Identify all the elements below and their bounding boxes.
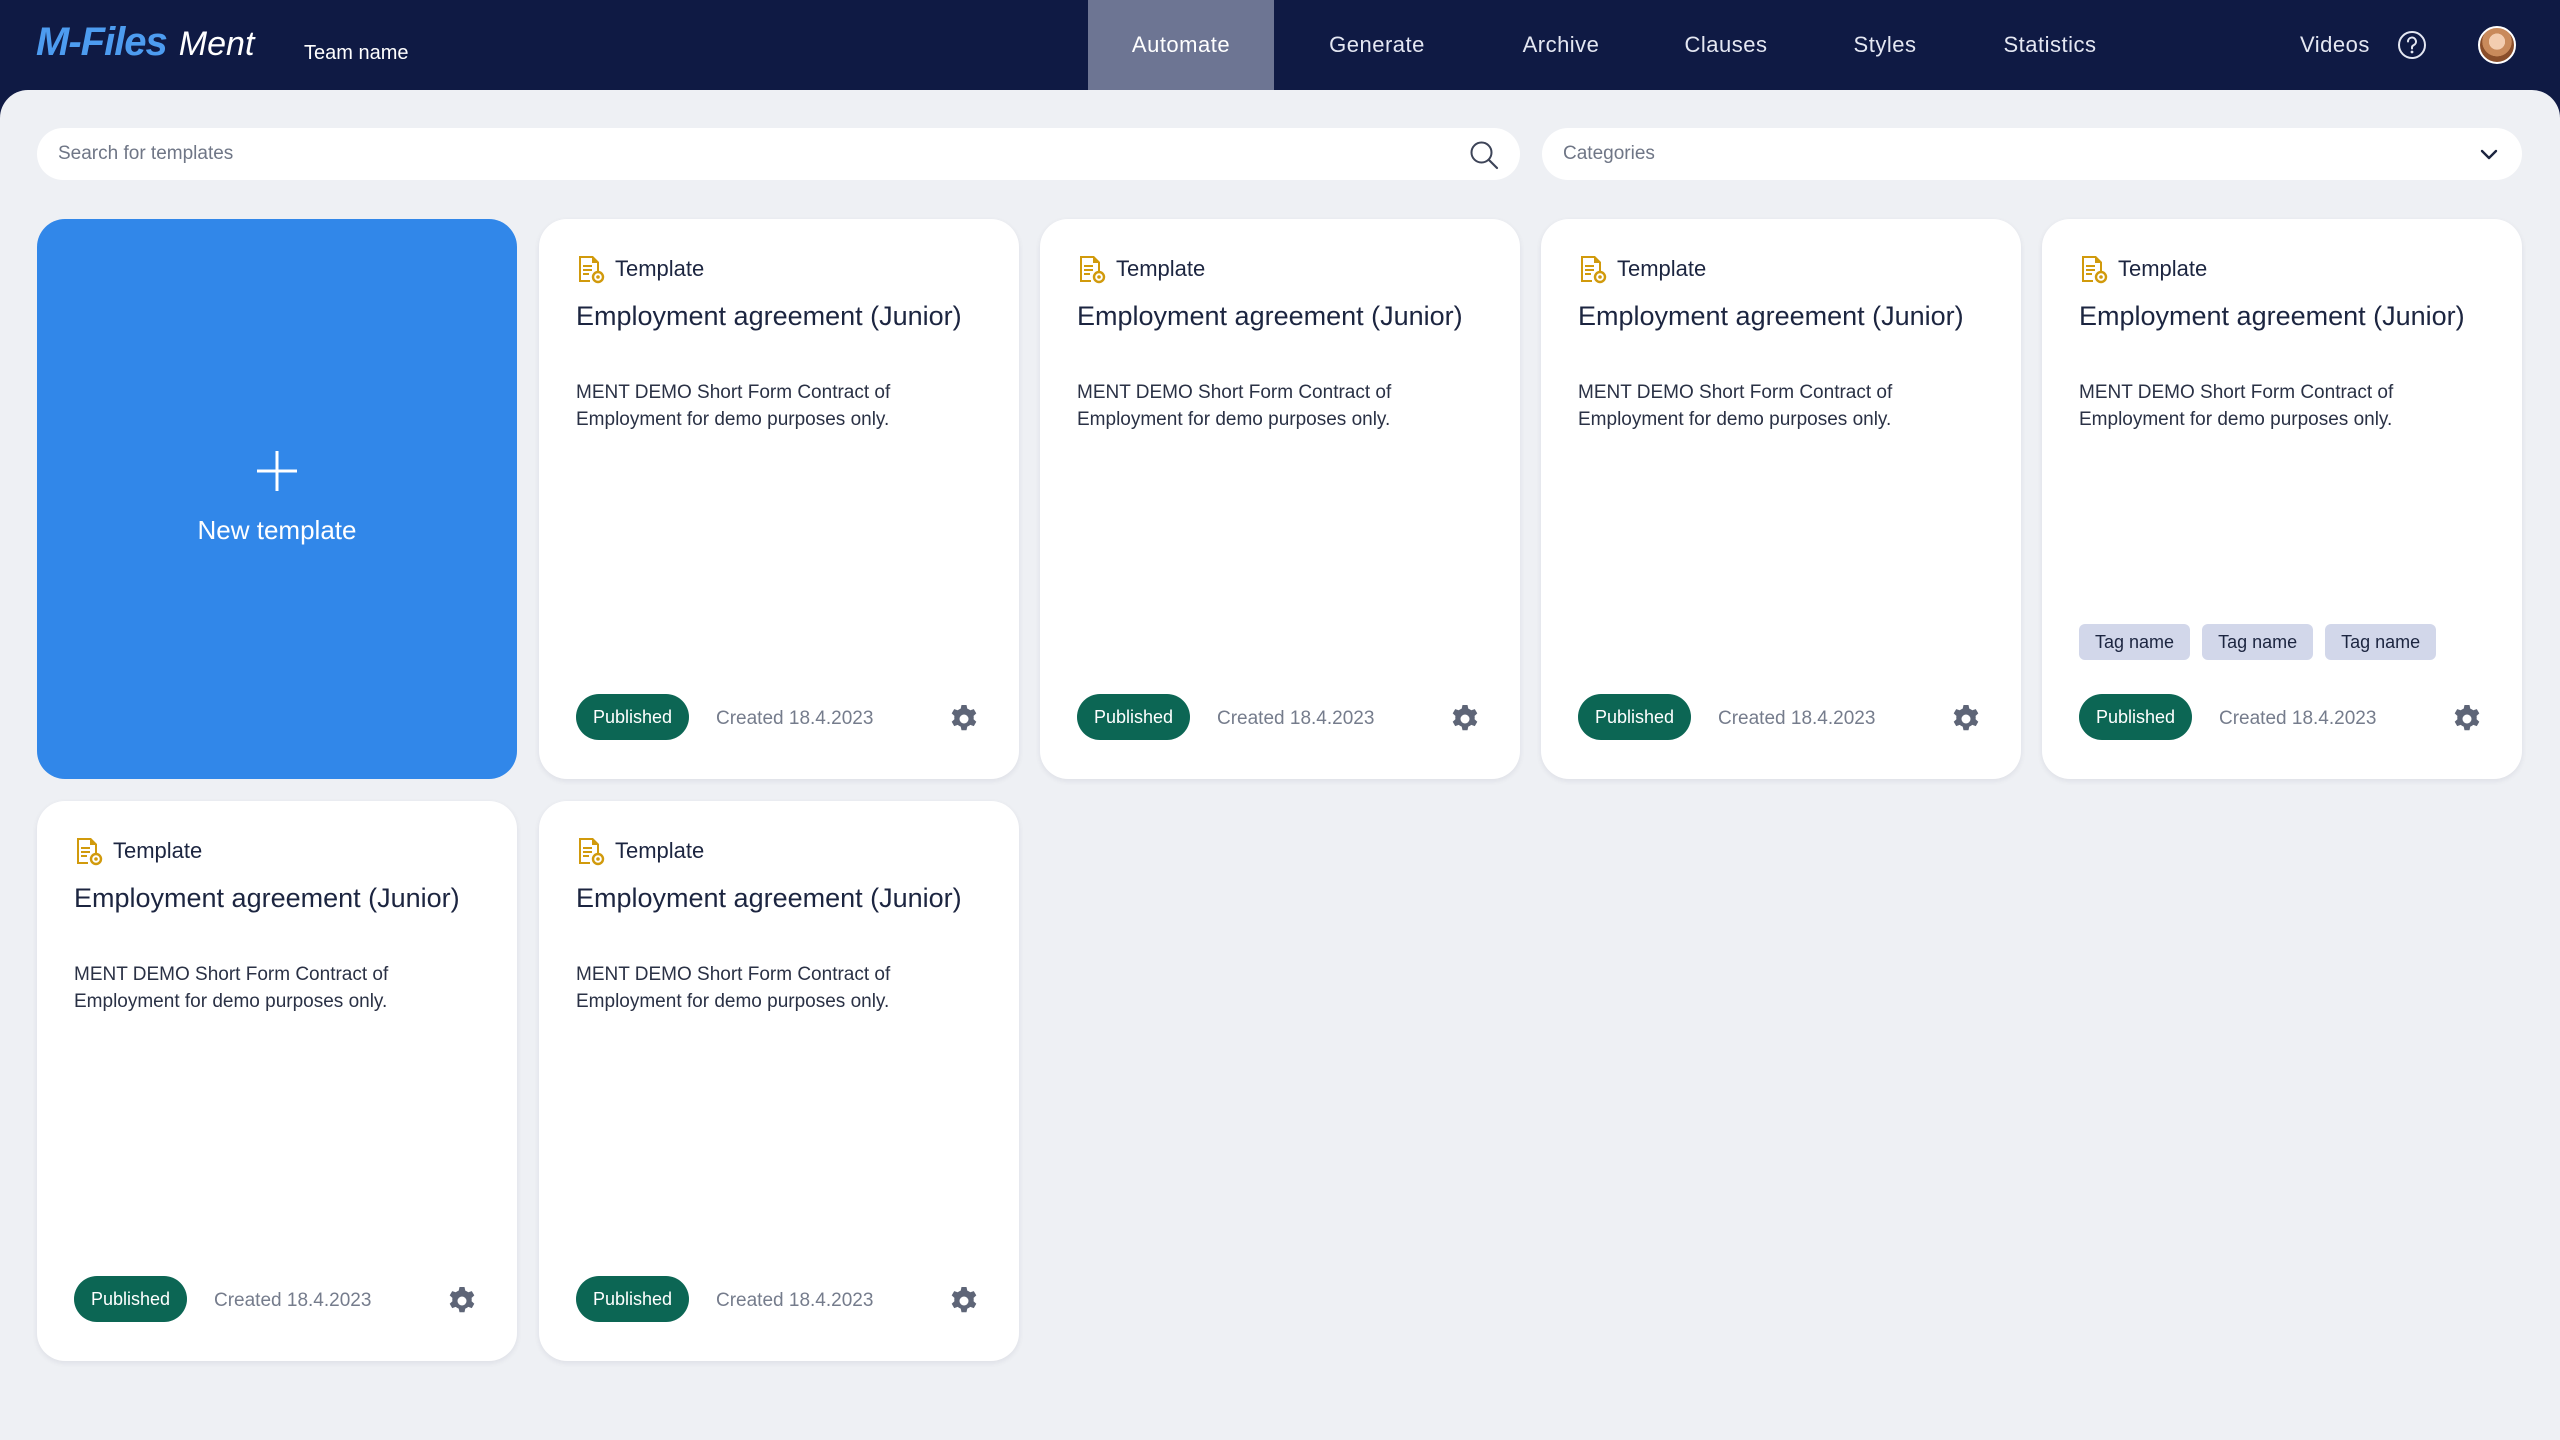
created-date: Created 18.4.2023 [1718, 708, 1876, 729]
status-badge: Published [1077, 694, 1191, 740]
created-date: Created 18.4.2023 [716, 1290, 874, 1311]
card-type-label: Template [615, 256, 705, 281]
template-card[interactable]: Template Employment agreement (Junior) M… [2042, 219, 2522, 779]
card-title: Employment agreement (Junior) [2079, 301, 2465, 331]
new-template-label: New template [197, 515, 357, 545]
gear-icon[interactable] [446, 1285, 478, 1317]
card-type-label: Template [1116, 256, 1206, 281]
nav-tab-archive[interactable]: Archive [1480, 0, 1642, 90]
card-description: MENT DEMO Short Form Contract of Employm… [2079, 382, 2394, 430]
template-document-icon [1080, 256, 1106, 284]
template-card[interactable]: Template Employment agreement (Junior) M… [1040, 219, 1520, 779]
template-document-icon [579, 256, 605, 284]
card-type-label: Template [615, 838, 705, 863]
tag-list: Tag name Tag name Tag name [2079, 624, 2448, 660]
header-actions: Videos [2300, 0, 2560, 90]
tag[interactable]: Tag name [2079, 624, 2191, 660]
template-document-icon [77, 838, 103, 866]
card-title: Employment agreement (Junior) [1578, 301, 1964, 331]
nav-tab-clauses[interactable]: Clauses [1642, 0, 1810, 90]
card-type: Template [1578, 253, 1706, 285]
card-description: MENT DEMO Short Form Contract of Employm… [1578, 382, 1893, 430]
logo[interactable]: M-Files Ment [36, 20, 254, 70]
card-type-label: Template [1617, 256, 1707, 281]
status-badge: Published [1578, 694, 1692, 740]
template-card[interactable]: Template Employment agreement (Junior) M… [539, 801, 1019, 1361]
created-date: Created 18.4.2023 [2219, 708, 2377, 729]
user-avatar[interactable] [2478, 26, 2516, 64]
card-description: MENT DEMO Short Form Contract of Employm… [74, 964, 389, 1012]
card-title: Employment agreement (Junior) [576, 301, 962, 331]
search-input[interactable] [58, 130, 1438, 178]
template-document-icon [579, 838, 605, 866]
card-description: MENT DEMO Short Form Contract of Employm… [576, 964, 891, 1012]
nav-tab-styles[interactable]: Styles [1810, 0, 1960, 90]
card-type-label: Template [113, 838, 203, 863]
gear-icon[interactable] [1950, 703, 1982, 735]
template-document-icon [2082, 256, 2108, 284]
gear-icon[interactable] [2451, 703, 2483, 735]
card-type: Template [576, 835, 704, 867]
created-date: Created 18.4.2023 [214, 1290, 372, 1311]
template-card[interactable]: Template Employment agreement (Junior) M… [37, 801, 517, 1361]
created-date: Created 18.4.2023 [1217, 708, 1375, 729]
card-title: Employment agreement (Junior) [1077, 301, 1463, 331]
status-badge: Published [576, 1276, 690, 1322]
card-title: Employment agreement (Junior) [576, 883, 962, 913]
nav-tab-generate[interactable]: Generate [1274, 0, 1480, 90]
tag[interactable]: Tag name [2325, 624, 2437, 660]
videos-link[interactable]: Videos [2300, 32, 2370, 58]
gear-icon[interactable] [948, 703, 980, 735]
status-badge: Published [2079, 694, 2193, 740]
card-type: Template [576, 253, 704, 285]
card-description: MENT DEMO Short Form Contract of Employm… [1077, 382, 1392, 430]
created-date: Created 18.4.2023 [716, 708, 874, 729]
gear-icon[interactable] [1449, 703, 1481, 735]
template-card[interactable]: Template Employment agreement (Junior) M… [1541, 219, 2021, 779]
categories-select[interactable]: Categories [1542, 128, 2522, 180]
team-name[interactable]: Team name [304, 42, 409, 65]
nav-tab-automate[interactable]: Automate [1088, 0, 1274, 90]
card-description: MENT DEMO Short Form Contract of Employm… [576, 382, 891, 430]
logo-product: Ment [178, 25, 255, 63]
main-content: Categories New template Template Employm… [0, 90, 2560, 1440]
card-title: Employment agreement (Junior) [74, 883, 460, 913]
tag[interactable]: Tag name [2202, 624, 2314, 660]
categories-placeholder: Categories [1563, 143, 1655, 164]
gear-icon[interactable] [948, 1285, 980, 1317]
plus-icon [257, 451, 297, 491]
main-nav: Automate Generate Archive Clauses Styles… [1088, 0, 2140, 90]
search-icon[interactable] [1468, 139, 1500, 171]
nav-tab-statistics[interactable]: Statistics [1960, 0, 2140, 90]
card-type: Template [1077, 253, 1205, 285]
top-bar: M-Files Ment Team name Automate Generate… [0, 0, 2560, 92]
card-type-label: Template [2118, 256, 2208, 281]
status-badge: Published [74, 1276, 188, 1322]
template-card[interactable]: Template Employment agreement (Junior) M… [539, 219, 1019, 779]
card-type: Template [2079, 253, 2207, 285]
new-template-button[interactable]: New template [37, 219, 517, 779]
template-document-icon [1581, 256, 1607, 284]
chevron-down-icon [2480, 149, 2498, 160]
logo-brand: M-Files [36, 20, 168, 64]
search-bar [37, 128, 1520, 180]
question-circle-icon[interactable] [2396, 29, 2428, 61]
status-badge: Published [576, 694, 690, 740]
card-type: Template [74, 835, 202, 867]
